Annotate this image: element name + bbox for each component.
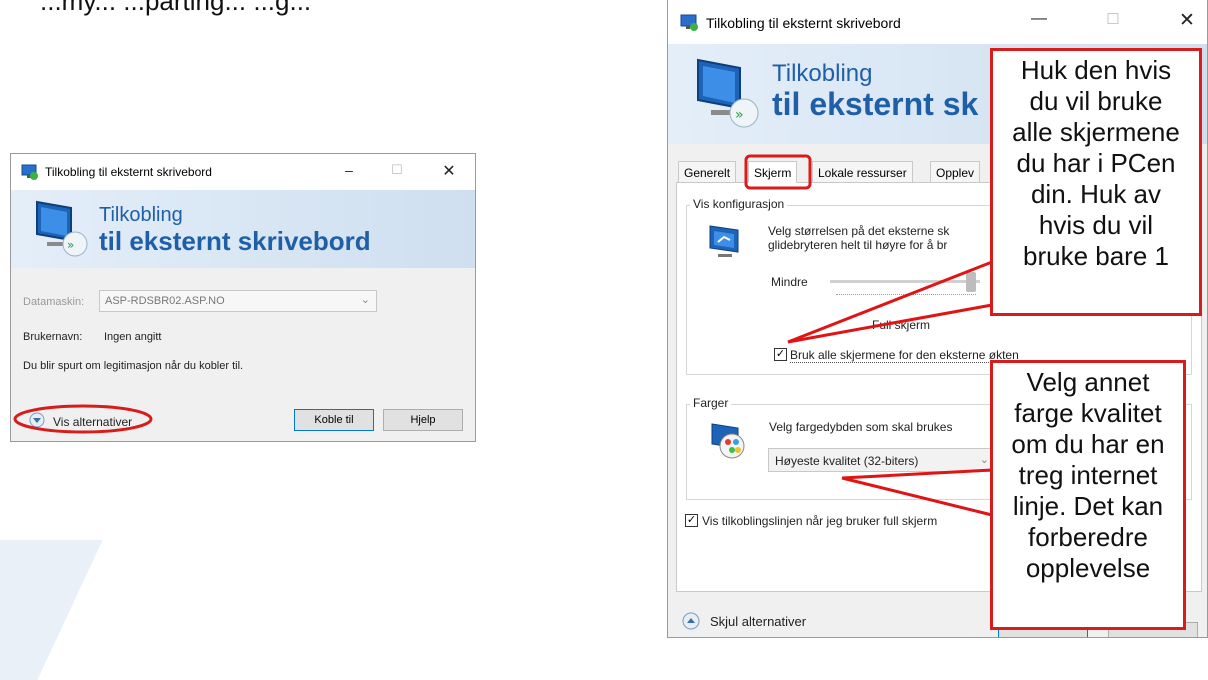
monitors-pointer-line-2: [787, 303, 993, 344]
callout-line: Velg annet: [1026, 367, 1150, 397]
callout-line: treg internet: [1018, 460, 1158, 490]
callout-line: linje. Det kan: [1012, 491, 1164, 521]
monitors-pointer-line-1: [787, 260, 993, 344]
callout-line: farge kvalitet: [1014, 398, 1162, 428]
colors-pointer-line-2: [841, 476, 993, 517]
callout-line: om du har en: [1011, 429, 1165, 459]
callout-line: forberedre: [1028, 522, 1148, 552]
colors-pointer-line-1: [841, 468, 993, 480]
callout-line: du vil bruke: [1029, 86, 1163, 116]
callout-line: bruke bare 1: [1023, 241, 1169, 271]
callout-line: alle skjermene: [1012, 117, 1180, 147]
callout-line: du har i PCen: [1016, 148, 1176, 178]
callout-line: din. Huk av: [1030, 179, 1162, 209]
callout-line: opplevelse: [1025, 553, 1151, 583]
monitors-callout: Huk den hvis du vil bruke alle skjermene…: [990, 48, 1202, 316]
colors-callout: Velg annet farge kvalitet om du har en t…: [990, 360, 1186, 630]
callout-line: hvis du vil: [1038, 210, 1154, 240]
callout-line: Huk den hvis: [1020, 55, 1172, 85]
